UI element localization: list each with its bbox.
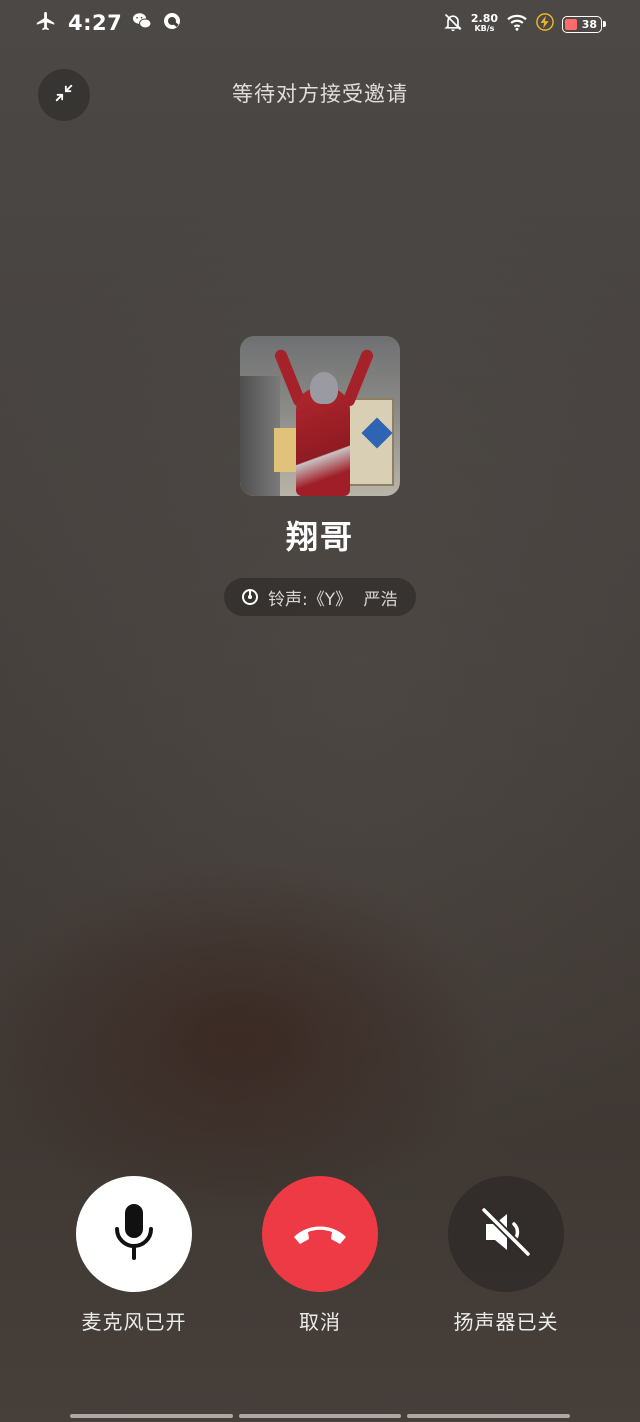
speaker-button[interactable] <box>448 1176 564 1292</box>
wifi-icon <box>506 13 528 35</box>
microphone-icon <box>112 1202 156 1266</box>
battery-fill <box>565 18 577 30</box>
avatar-bg-poster <box>274 428 296 472</box>
callee-name: 翔哥 <box>285 518 354 556</box>
cancel-label: 取消 <box>299 1310 341 1334</box>
ringtone-pill[interactable]: 铃声:《Y》 严浩 <box>224 578 416 616</box>
home-indicator-segment <box>407 1414 571 1418</box>
avatar-figure-head <box>310 372 338 404</box>
battery-level: 38 <box>581 17 597 31</box>
net-speed-value: 2.80 <box>470 12 498 25</box>
home-indicator-segment <box>238 1414 402 1418</box>
battery-tip <box>603 20 606 27</box>
avatar-figure-body <box>296 388 350 496</box>
status-right: 2.80 KB/s 38 <box>443 12 606 36</box>
mute-bell-icon <box>443 12 463 36</box>
cancel-call-button[interactable] <box>262 1176 378 1292</box>
battery-icon: 38 <box>562 15 606 33</box>
airplane-mode-icon <box>34 10 58 36</box>
home-indicator-segment <box>70 1414 233 1418</box>
call-status-title: 等待对方接受邀请 <box>232 82 408 106</box>
net-speed: 2.80 KB/s <box>470 12 498 34</box>
status-time: 4:27 <box>68 11 123 35</box>
speaker-off-icon <box>478 1204 534 1264</box>
hang-up-icon <box>290 1217 350 1251</box>
status-bar: 4:27 2.80 KB/s 38 <box>0 0 640 48</box>
status-left: 4:27 <box>34 10 182 36</box>
wechat-icon <box>132 12 152 34</box>
microphone-label: 麦克风已开 <box>81 1310 187 1334</box>
q-app-icon <box>162 11 182 35</box>
ringtone-text: 铃声:《Y》 严浩 <box>268 589 398 610</box>
home-indicator[interactable] <box>70 1414 571 1418</box>
net-speed-unit: KB/s <box>474 24 495 33</box>
callee-avatar <box>240 336 400 496</box>
charging-icon <box>536 12 554 36</box>
music-note-icon <box>240 587 260 607</box>
microphone-button[interactable] <box>76 1176 192 1292</box>
speaker-label: 扬声器已关 <box>453 1310 559 1334</box>
